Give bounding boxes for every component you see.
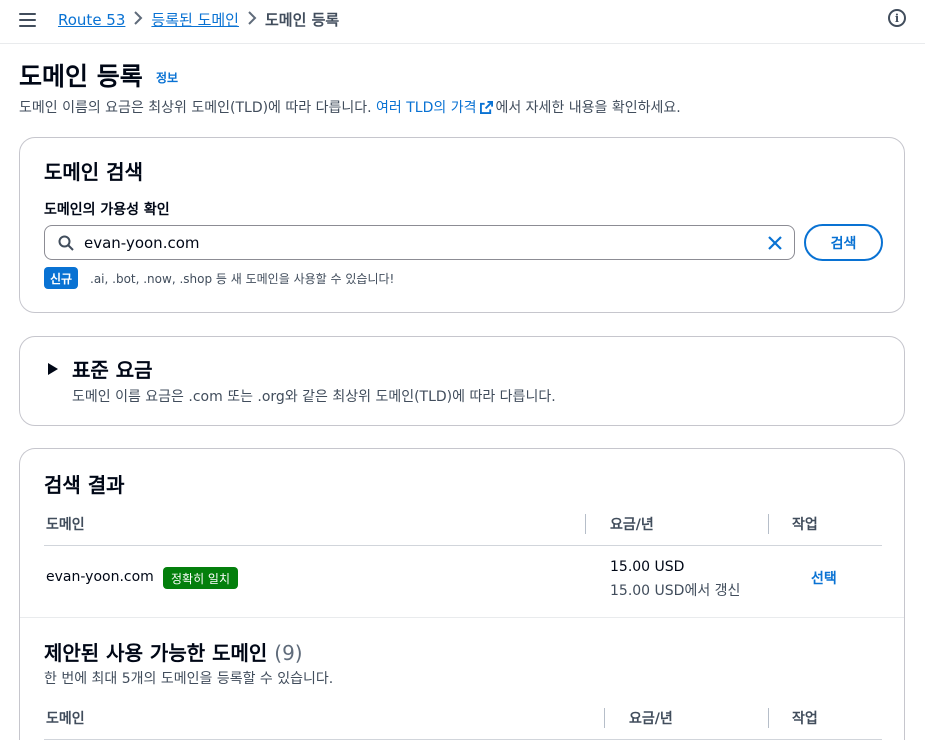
menu-icon[interactable] — [18, 10, 38, 30]
domain-search-input[interactable] — [84, 226, 764, 259]
new-badge: 신규 — [44, 267, 79, 289]
external-link-icon — [480, 101, 494, 114]
select-domain-button[interactable]: 선택 — [811, 568, 837, 588]
column-header-price: 요금/년 — [610, 517, 654, 533]
result-price: 15.00 USD — [610, 559, 685, 575]
breadcrumb: Route 53 등록된 도메인 도메인 등록 — [58, 9, 339, 30]
desc-text-after: 에서 자세한 내용을 확인하세요. — [495, 100, 681, 116]
suggested-domains-desc: 한 번에 최대 5개의 도메인을 등록할 수 있습니다. — [44, 671, 334, 687]
column-divider — [585, 514, 586, 534]
section-divider — [20, 617, 904, 618]
breadcrumb-registered-domains-link[interactable]: 등록된 도메인 — [151, 9, 239, 30]
standard-pricing-title: 표준 요금 — [72, 358, 153, 382]
domain-search-card: 도메인 검색 도메인의 가용성 확인 검색 신규 .ai, .bot, .now… — [19, 137, 905, 313]
column-divider — [768, 514, 769, 534]
suggested-domains-title: 제안된 사용 가능한 도메인 (9) — [44, 637, 303, 666]
result-renewal: 15.00 USD에서 갱신 — [610, 583, 741, 599]
chevron-right-icon — [239, 10, 265, 29]
search-icon — [58, 235, 74, 251]
column-header-action: 작업 — [792, 517, 818, 533]
search-box — [44, 225, 795, 260]
standard-pricing-card[interactable]: 표준 요금 도메인 이름 요금은 .com 또는 .org와 같은 최상위 도메… — [19, 336, 905, 426]
availability-label: 도메인의 가용성 확인 — [44, 202, 170, 218]
info-icon[interactable]: i — [888, 9, 906, 27]
new-domains-text: .ai, .bot, .now, .shop 등 새 도메인을 사용할 수 있습… — [90, 272, 395, 286]
row-divider — [44, 545, 882, 546]
suggested-count: (9) — [274, 641, 303, 665]
search-button[interactable]: 검색 — [804, 224, 883, 261]
caret-right-icon[interactable] — [47, 362, 59, 376]
close-icon[interactable] — [766, 234, 784, 252]
column-header-price: 요금/년 — [629, 711, 673, 727]
desc-text-before: 도메인 이름의 요금은 최상위 도메인(TLD)에 따라 다릅니다. — [19, 100, 377, 116]
page-title: 도메인 등록 — [19, 62, 143, 91]
breadcrumb-current: 도메인 등록 — [264, 11, 340, 29]
tld-pricing-link-label: 여러 TLD의 가격 — [376, 100, 477, 116]
column-header-action: 작업 — [792, 711, 818, 727]
result-domain: evan-yoon.com — [46, 569, 154, 585]
page-description: 도메인 이름의 요금은 최상위 도메인(TLD)에 따라 다릅니다. 여러 TL… — [19, 97, 681, 117]
search-results-card: 검색 결과 도메인 요금/년 작업 evan-yoon.com 정확히 일치 1… — [19, 448, 905, 740]
standard-pricing-desc: 도메인 이름 요금은 .com 또는 .org와 같은 최상위 도메인(TLD)… — [72, 389, 556, 405]
info-link[interactable]: 정보 — [156, 69, 178, 86]
exact-match-badge: 정확히 일치 — [163, 567, 239, 589]
search-results-title: 검색 결과 — [44, 473, 125, 497]
top-navigation-bar: Route 53 등록된 도메인 도메인 등록 i — [0, 0, 925, 44]
breadcrumb-route53-link[interactable]: Route 53 — [58, 11, 125, 29]
domain-search-title: 도메인 검색 — [44, 160, 143, 184]
column-divider — [768, 708, 769, 728]
chevron-right-icon — [125, 10, 151, 29]
column-divider — [604, 708, 605, 728]
column-header-domain: 도메인 — [46, 711, 85, 727]
column-header-domain: 도메인 — [46, 517, 85, 533]
tld-pricing-link[interactable]: 여러 TLD의 가격 — [376, 100, 495, 116]
suggested-title-text: 제안된 사용 가능한 도메인 — [44, 641, 268, 665]
